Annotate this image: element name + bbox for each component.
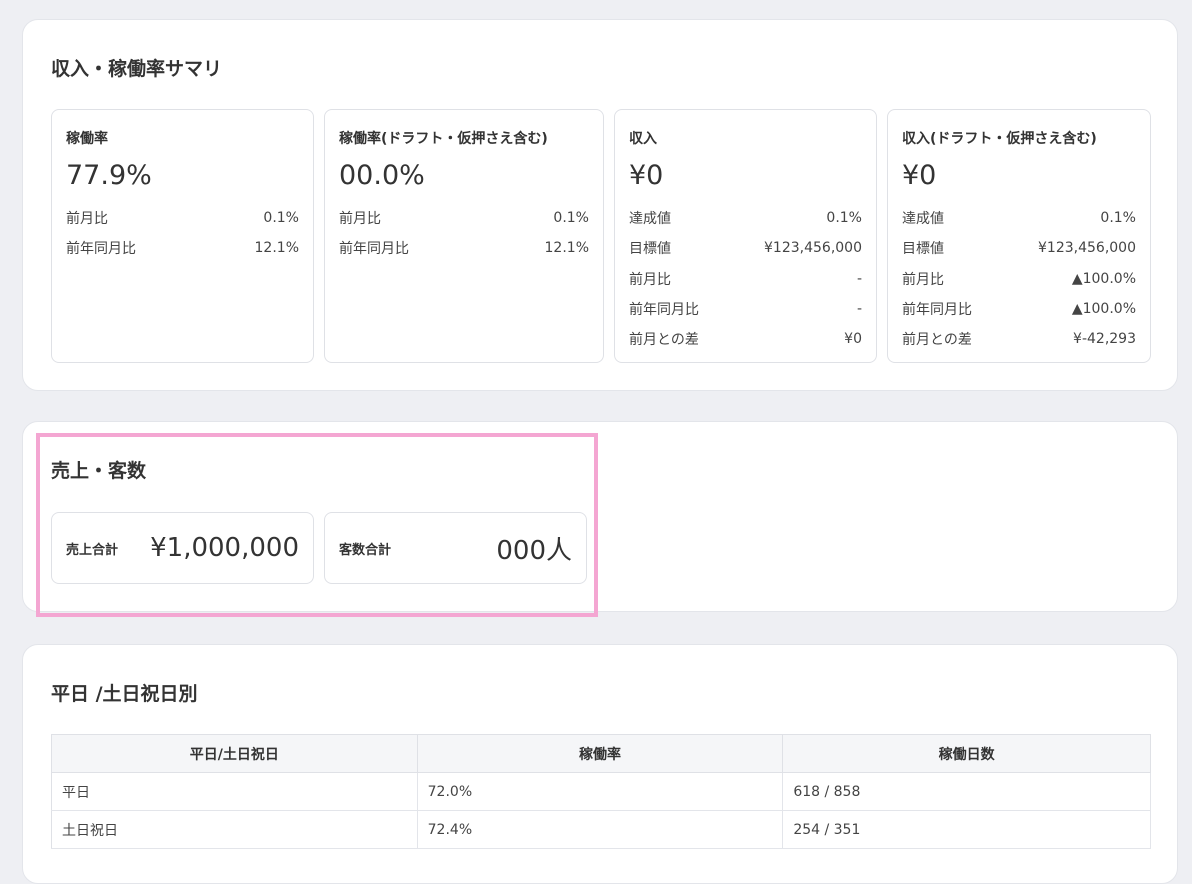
table-cell: 254 / 351 [782, 810, 1151, 849]
stat-label: 前月比 [66, 211, 108, 227]
table-cell: 72.0% [416, 772, 784, 811]
stat-label: 前年同月比 [66, 241, 136, 257]
stat-value: 0.1% [553, 210, 589, 226]
stat-row: 達成値 0.1% [629, 206, 862, 230]
stat-label: 達成値 [902, 211, 944, 227]
table-row: 平日 72.0% 618 / 858 [51, 772, 1151, 811]
card-value: ¥0 [629, 160, 664, 191]
column-header: 稼働率 [416, 734, 784, 773]
sales-title: 売上・客数 [51, 460, 147, 482]
summary-title: 収入・稼働率サマリ [51, 58, 223, 80]
stat-label: 目標値 [902, 241, 944, 257]
stat-row: 前月との差 ¥0 [629, 327, 862, 351]
stat-label: 目標値 [629, 241, 671, 257]
stat-value: 0.1% [826, 210, 862, 226]
table-cell: 618 / 858 [782, 772, 1151, 811]
stat-value: - [856, 271, 862, 287]
weekday-title: 平日 /土日祝日別 [51, 683, 198, 705]
card-value: ¥0 [902, 160, 937, 191]
sales-section: 売上・客数 売上合計 ¥1,000,000 客数合計 000人 [22, 421, 1178, 612]
stat-row: 前月比 0.1% [339, 206, 589, 230]
stat-value: 12.1% [254, 240, 299, 256]
stat-row: 前年同月比 12.1% [66, 236, 299, 260]
stat-value: ¥123,456,000 [764, 240, 862, 256]
stat-label: 前年同月比 [339, 241, 409, 257]
utilization-draft-card: 稼働率(ドラフト・仮押さえ含む) 00.0% 前月比 0.1% 前年同月比 12… [324, 109, 604, 363]
weekday-section: 平日 /土日祝日別 平日/土日祝日 稼働率 稼働日数 平日 72.0% 618 … [22, 644, 1178, 884]
stat-row: 前月比 - [629, 267, 862, 291]
stat-value: ¥123,456,000 [1038, 240, 1136, 256]
stat-label: 前月比 [902, 272, 944, 288]
card-title: 稼働率(ドラフト・仮押さえ含む) [339, 131, 548, 147]
stat-value: ▲100.0% [1071, 271, 1136, 287]
stat-value: ¥0 [844, 331, 862, 347]
stat-value: ¥-42,293 [1073, 331, 1136, 347]
total-customers-label: 客数合計 [339, 542, 392, 558]
table-cell: 土日祝日 [51, 810, 418, 849]
table-cell: 72.4% [416, 810, 784, 849]
stat-label: 前年同月比 [902, 302, 972, 318]
card-title: 稼働率 [66, 131, 108, 147]
card-value: 77.9% [66, 160, 152, 191]
stat-value: ▲100.0% [1071, 301, 1136, 317]
stat-label: 前年同月比 [629, 302, 699, 318]
stat-row: 前年同月比 - [629, 297, 862, 321]
summary-section: 収入・稼働率サマリ 稼働率 77.9% 前月比 0.1% 前年同月比 12.1%… [22, 19, 1178, 391]
stat-label: 前月との差 [629, 332, 699, 348]
stat-label: 前月比 [339, 211, 381, 227]
stat-label: 前月比 [629, 272, 671, 288]
total-sales-card: 売上合計 ¥1,000,000 [51, 512, 314, 584]
stat-row: 目標値 ¥123,456,000 [629, 236, 862, 260]
stat-row: 目標値 ¥123,456,000 [902, 236, 1136, 260]
stat-label: 達成値 [629, 211, 671, 227]
stat-row: 前月比 ▲100.0% [902, 267, 1136, 291]
income-card: 収入 ¥0 達成値 0.1% 目標値 ¥123,456,000 前月比 - 前年… [614, 109, 877, 363]
table-cell: 平日 [51, 772, 418, 811]
total-customers-value: 000人 [496, 535, 572, 566]
stat-value: 0.1% [263, 210, 299, 226]
stat-row: 前年同月比 12.1% [339, 236, 589, 260]
income-draft-card: 収入(ドラフト・仮押さえ含む) ¥0 達成値 0.1% 目標値 ¥123,456… [887, 109, 1151, 363]
card-value: 00.0% [339, 160, 425, 191]
total-sales-value: ¥1,000,000 [150, 533, 299, 563]
column-header: 平日/土日祝日 [51, 734, 418, 773]
table-header-row: 平日/土日祝日 稼働率 稼働日数 [51, 734, 1151, 773]
stat-row: 前年同月比 ▲100.0% [902, 297, 1136, 321]
weekday-table: 平日/土日祝日 稼働率 稼働日数 平日 72.0% 618 / 858 土日祝日… [51, 734, 1151, 849]
stat-row: 達成値 0.1% [902, 206, 1136, 230]
stat-row: 前月との差 ¥-42,293 [902, 327, 1136, 351]
stat-value: 0.1% [1100, 210, 1136, 226]
utilization-card: 稼働率 77.9% 前月比 0.1% 前年同月比 12.1% [51, 109, 314, 363]
total-customers-card: 客数合計 000人 [324, 512, 587, 584]
card-title: 収入 [629, 131, 657, 147]
stat-value: 12.1% [544, 240, 589, 256]
card-title: 収入(ドラフト・仮押さえ含む) [902, 131, 1097, 147]
column-header: 稼働日数 [782, 734, 1151, 773]
total-sales-label: 売上合計 [66, 542, 119, 558]
stat-value: - [856, 301, 862, 317]
table-row: 土日祝日 72.4% 254 / 351 [51, 810, 1151, 849]
stat-row: 前月比 0.1% [66, 206, 299, 230]
stat-label: 前月との差 [902, 332, 972, 348]
